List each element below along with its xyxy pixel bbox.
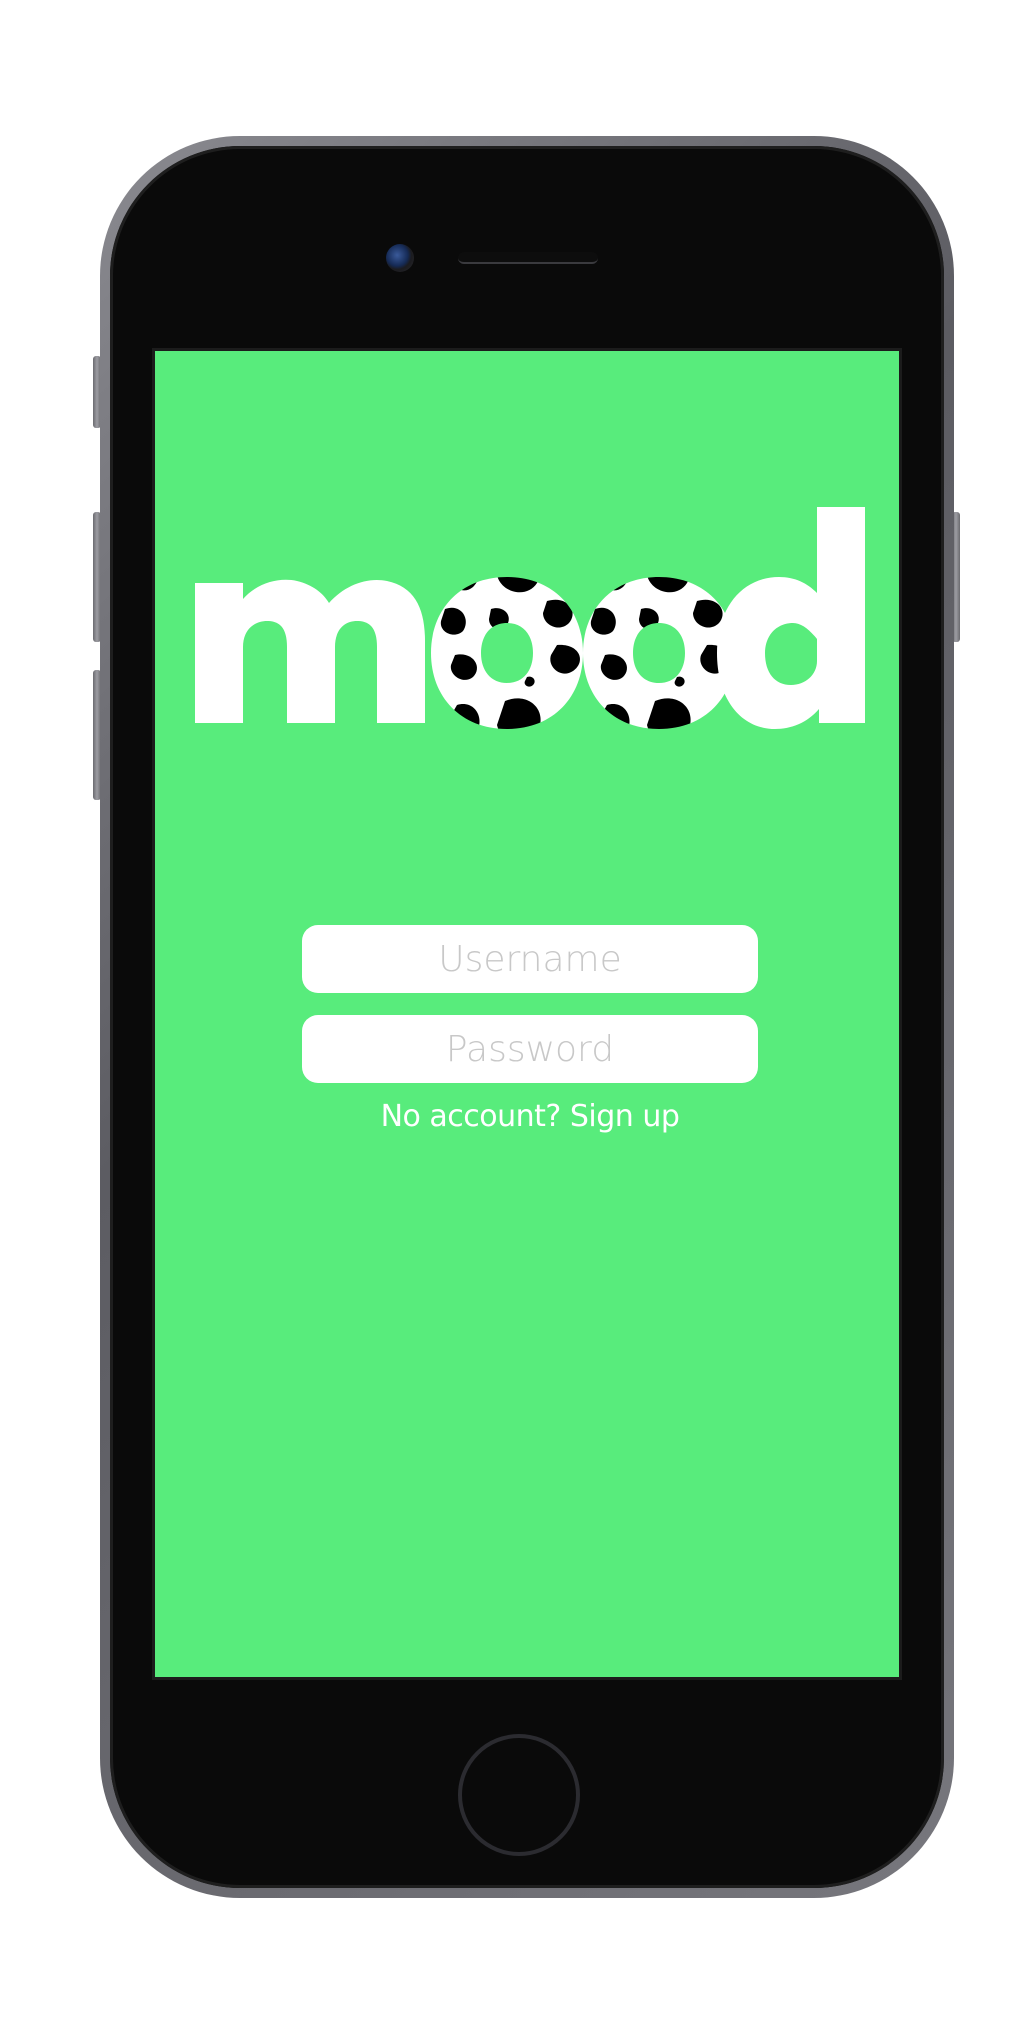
login-form: No account? Sign up [302, 925, 758, 1134]
no-account-label: No account? [380, 1099, 562, 1134]
home-button[interactable] [458, 1734, 580, 1856]
username-input[interactable] [302, 925, 758, 993]
logo-letter-o-1 [431, 577, 583, 729]
logo-letter-o-2 [583, 577, 735, 729]
app-screen: No account? Sign up [152, 348, 902, 1680]
signup-link[interactable]: Sign up [570, 1099, 680, 1134]
logo-letter-m [195, 579, 425, 723]
earpiece-speaker [458, 252, 598, 264]
front-camera-icon [386, 244, 414, 272]
device-mockup: No account? Sign up [0, 0, 1034, 2044]
signup-prompt: No account? Sign up [302, 1099, 758, 1134]
logo-letter-d [717, 507, 865, 729]
password-input[interactable] [302, 1015, 758, 1083]
mood-logo [195, 507, 865, 729]
